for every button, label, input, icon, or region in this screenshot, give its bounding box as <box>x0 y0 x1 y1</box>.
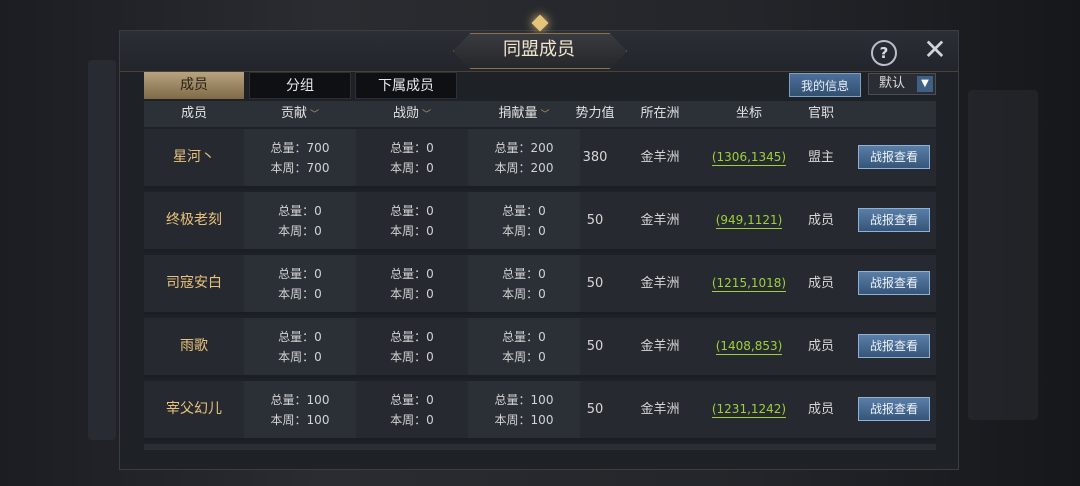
title-ornament-icon <box>531 14 549 32</box>
coords-link[interactable]: (1306,1345) <box>704 129 794 186</box>
donation-cell: 总量：0 本周：0 <box>502 330 546 364</box>
help-icon[interactable]: ? <box>871 40 897 66</box>
merit-cell: 总量：0 本周：0 <box>390 204 434 238</box>
member-name[interactable]: 宰父幻儿 <box>144 381 244 438</box>
region-value: 金羊洲 <box>640 339 680 354</box>
office-value: 成员 <box>807 402 834 417</box>
contribution-cell: 总量：0 本周：0 <box>278 330 322 364</box>
contribution-cell: 总量：0 本周：0 <box>278 267 322 301</box>
office-value: 成员 <box>807 276 834 291</box>
region-value: 金羊洲 <box>640 402 680 417</box>
member-name[interactable]: 雨歌 <box>144 318 244 375</box>
office-value: 成员 <box>807 339 834 354</box>
contribution-cell: 总量：700 本周：700 <box>270 141 330 175</box>
power-value: 50 <box>586 276 604 291</box>
sort-caret-icon: ﹀ <box>540 110 550 120</box>
column-header-office: 官职 <box>807 106 834 121</box>
sort-value: 默认 <box>879 76 906 91</box>
my-info-button[interactable]: 我的信息 <box>789 73 861 97</box>
column-header-donation[interactable]: 捐献量 ﹀ <box>468 101 580 127</box>
region-value: 金羊洲 <box>640 150 680 165</box>
column-header-contribution[interactable]: 贡献 ﹀ <box>244 101 356 127</box>
sort-caret-icon: ﹀ <box>422 110 432 120</box>
table-header: 成员 贡献 ﹀ 战勋 ﹀ 捐献量 ﹀ 势力值 所在洲 坐标 官职 <box>144 101 936 127</box>
donation-cell: 总量：0 本周：0 <box>502 204 546 238</box>
battle-report-button[interactable]: 战报查看 <box>858 397 930 421</box>
power-value: 50 <box>586 213 604 228</box>
close-icon[interactable]: ✕ <box>922 36 948 64</box>
tab-subordinates[interactable]: 下属成员 <box>355 72 457 99</box>
donation-cell: 总量：200 本周：200 <box>494 141 554 175</box>
table-row: 宰父幻儿 总量：100 本周：100 总量：0 本周：0 总量：100 本周：100 … <box>144 381 936 441</box>
battle-report-button[interactable]: 战报查看 <box>858 271 930 295</box>
power-value: 50 <box>586 339 604 354</box>
power-value: 380 <box>582 150 608 165</box>
title-bar: 同盟成员 ? ✕ <box>120 14 958 72</box>
background-blur <box>968 90 1038 420</box>
merit-cell: 总量：0 本周：0 <box>390 330 434 364</box>
merit-cell: 总量：0 本周：0 <box>390 393 434 427</box>
coords-link[interactable]: (1215,1018) <box>704 255 794 312</box>
merit-cell: 总量：0 本周：0 <box>390 141 434 175</box>
column-header-coords: 坐标 <box>735 106 762 121</box>
column-header-region: 所在洲 <box>640 106 680 121</box>
column-header-power[interactable]: 势力值 <box>568 101 622 127</box>
tab-groups[interactable]: 分组 <box>249 72 351 99</box>
coords-link[interactable]: (949,1121) <box>704 192 794 249</box>
member-name[interactable]: 星河丶 <box>144 129 244 186</box>
battle-report-button[interactable]: 战报查看 <box>858 145 930 169</box>
tab-members[interactable]: 成员 <box>144 72 244 99</box>
office-value: 盟主 <box>807 150 834 165</box>
column-header-member: 成员 <box>180 106 207 121</box>
table-row: 星河丶 总量：700 本周：700 总量：0 本周：0 总量：200 本周：200 3… <box>144 129 936 189</box>
battle-report-button[interactable]: 战报查看 <box>858 208 930 232</box>
table-footer-divider <box>144 444 936 450</box>
table-row: 终极老刻 总量：0 本周：0 总量：0 本周：0 总量：0 本周：0 50 金羊洲 (… <box>144 192 936 252</box>
coords-link[interactable]: (1231,1242) <box>704 381 794 438</box>
region-value: 金羊洲 <box>640 276 680 291</box>
page-title: 同盟成员 <box>503 39 575 60</box>
coords-link[interactable]: (1408,853) <box>704 318 794 375</box>
background-blur <box>88 60 116 440</box>
power-value: 50 <box>586 402 604 417</box>
member-name[interactable]: 终极老刻 <box>144 192 244 249</box>
table-row: 司寇安白 总量：0 本周：0 总量：0 本周：0 总量：0 本周：0 50 金羊洲 (… <box>144 255 936 315</box>
region-value: 金羊洲 <box>640 213 680 228</box>
donation-cell: 总量：0 本周：0 <box>502 267 546 301</box>
column-header-merit[interactable]: 战勋 ﹀ <box>356 101 468 127</box>
table-row: 雨歌 总量：0 本周：0 总量：0 本周：0 总量：0 本周：0 50 金羊洲 (14… <box>144 318 936 378</box>
donation-cell: 总量：100 本周：100 <box>494 393 554 427</box>
member-name[interactable]: 司寇安白 <box>144 255 244 312</box>
dropdown-arrow-icon[interactable]: ▼ <box>917 76 933 92</box>
office-value: 成员 <box>807 213 834 228</box>
merit-cell: 总量：0 本周：0 <box>390 267 434 301</box>
contribution-cell: 总量：100 本周：100 <box>270 393 330 427</box>
contribution-cell: 总量：0 本周：0 <box>278 204 322 238</box>
sort-dropdown[interactable]: 默认 ▼ <box>868 73 936 95</box>
alliance-members-panel: 同盟成员 ? ✕ 成员 分组 下属成员 我的信息 默认 ▼ 成员 贡献 ﹀ 战勋 ﹀… <box>119 14 959 470</box>
sort-caret-icon: ﹀ <box>310 110 320 120</box>
battle-report-button[interactable]: 战报查看 <box>858 334 930 358</box>
